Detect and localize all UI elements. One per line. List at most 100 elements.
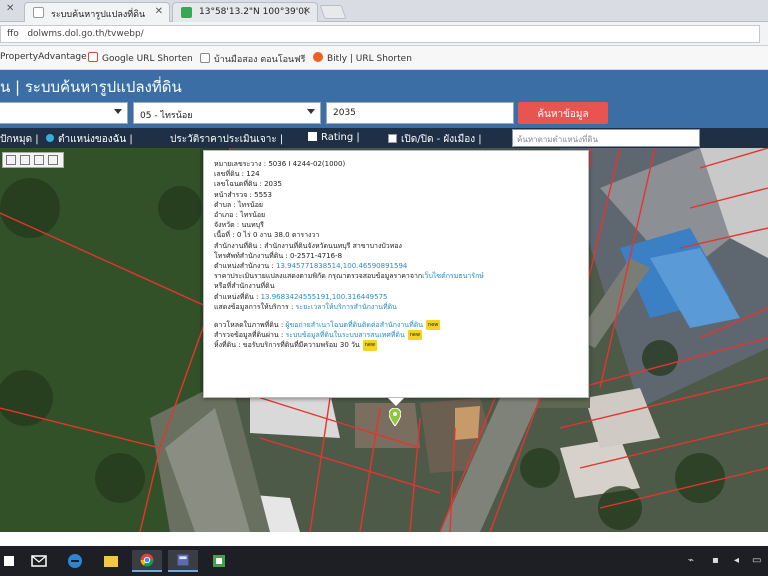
info-label: ตำแหน่งสำนักงาน [214,262,270,271]
mail-icon[interactable] [24,550,54,572]
address-bar: ffo dolwms.dol.go.th/tvwebp/ [0,22,768,46]
price-history-button[interactable]: ประวัติราคาประเมินเจาะ | [170,132,283,147]
extra-link[interactable]: ระบบข้อมูลที่ดินในระบบสารสนเทศที่ดิน [285,331,404,339]
chrome-icon[interactable] [132,550,162,572]
map-tools [2,152,64,168]
province-select[interactable] [0,102,128,124]
bookmarks-bar: PropertyAdvantage Google URL Shorten บ้า… [0,46,768,70]
extra-link[interactable]: ผู้ขอถ่ายสำเนาโฉนดที่ดินติดต่อสำนักงานที… [285,321,423,329]
rating-label: Rating [321,132,354,143]
url-input[interactable]: ffo dolwms.dol.go.th/tvwebp/ [0,25,760,43]
language-icon[interactable]: ▪ [712,555,719,566]
page-icon [200,53,210,63]
bookmark-item[interactable]: PropertyAdvantage [0,52,87,62]
info-row: หิ้งที่ดิน : ขอรับบริการที่ดินที่มีความพ… [214,340,378,351]
info-row: เลขโฉนดที่ดิน : 2035 [214,180,282,189]
chevron-down-icon [114,109,122,114]
tab-label: ระบบค้นหารูปแปลงที่ดิน [51,10,146,20]
info-value: 0 ไร่ 0 งาน 38.0 ตารางวา [236,231,320,240]
notification-icon[interactable]: ▭ [752,555,761,566]
price-history-label: ประวัติราคาประเมินเจาะ [170,134,277,145]
volume-icon[interactable]: ◂ [734,555,739,566]
info-row: ตำแหน่งที่ดิน : 13.9683424555191,100.316… [214,292,388,301]
parcel-location-link[interactable]: 13.9683424555191,100.316449575 [261,293,388,301]
toggle-layer-checkbox[interactable]: เปิด/ปิด - ผังเมือง | [388,132,482,147]
info-row: แสดงข้อมูลการให้บริการ : ระยะเวลาให้บริก… [214,302,397,311]
app-green-icon[interactable] [204,550,234,572]
district-select[interactable]: 05 - ไทรน้อย [133,102,321,124]
bookmark-label: Bitly | URL Shorten [327,54,412,64]
explorer-icon[interactable] [96,550,126,572]
info-label: ตำบล [214,200,232,209]
info-row: อำเภอ : ไทรน้อย [214,211,266,220]
square-icon[interactable] [48,155,58,165]
info-label: แสดงข้อมูลการให้บริการ [214,302,289,311]
close-icon[interactable]: ✕ [155,6,163,17]
office-location-link[interactable]: 13.945771838514,100.46590891594 [276,262,407,270]
new-badge: new [362,340,378,351]
parcel-info-popup: หมายเลขระวาง : 5036 I 4244-02(1000) เลขท… [203,150,589,398]
info-value: 5553 [254,190,272,199]
info-row: ตำบล : ไทรน้อย [214,200,264,209]
bookmark-label: บ้านมือสอง ตอนโอนฟรี [214,55,306,65]
close-icon[interactable]: ✕ [303,6,311,17]
polygon-icon[interactable] [20,155,30,165]
pencil-icon[interactable] [6,155,16,165]
rating-button[interactable]: Rating | [308,132,360,143]
bitly-icon [313,52,323,62]
info-row: สำนักงานที่ดิน : สำนักงานที่ดินจังหวัดนน… [214,241,402,250]
price-note: ราคาประเมินรายแปลงแสดงตามพิกัด กรุณาตรวจ… [214,272,423,281]
treasury-link[interactable]: เว็บไซต์กรมธนารักษ์ [422,272,484,280]
info-row: จังหวัด : นนทบุรี [214,221,264,230]
info-value: สำนักงานที่ดินจังหวัดนนทบุรี สาขาบางบัวท… [264,241,402,250]
info-value: ไทรน้อย [240,211,266,220]
popup-pointer [388,398,404,406]
maps-icon [181,7,192,18]
info-label: จังหวัด [214,221,235,230]
locate-button[interactable]: ปักหมุด | [0,132,39,147]
info-value: 5036 I 4244-02(1000) [268,160,346,168]
info-label: ดาวโหลดใบภาพที่ดิน [214,321,279,330]
tab-maps[interactable]: 13°58'13.2"N 100°39'0( ✕ [172,2,318,22]
info-row: สำรวจข้อมูลที่ดินผ่าน : ระบบข้อมูลที่ดิน… [214,330,423,341]
edge-icon[interactable] [60,550,90,572]
search-button[interactable]: ค้นหาข้อมูล [518,102,608,124]
service-link[interactable]: ระยะเวลาให้บริการสำนักงานที่ดิน [296,303,397,311]
bookmark-item[interactable]: Bitly | URL Shorten [313,52,412,64]
bookmark-item[interactable]: บ้านมือสอง ตอนโอนฟรี [200,52,305,66]
locate-label: ปักหมุด [0,134,33,145]
tab-active[interactable]: ระบบค้นหารูปแปลงที่ดิน ✕ [24,2,170,22]
url-prefix: ffo [7,29,19,39]
close-icon[interactable]: ✕ [6,3,14,14]
location-search-placeholder: ค้นหาตามตำแหน่งที่ดิน [517,135,598,144]
location-search-input[interactable]: ค้นหาตามตำแหน่งที่ดิน [512,129,700,147]
bookmark-item[interactable]: Google URL Shorten [88,52,193,64]
info-label: โทรศัพท์สำนักงานที่ดิน [214,251,284,260]
info-label: ตำแหน่งที่ดิน [214,292,254,301]
parcel-value: 2035 [333,108,356,118]
calculator-icon[interactable] [168,550,198,572]
map-pin-icon[interactable] [389,408,401,426]
url-text: dolwms.dol.go.th/tvwebp/ [27,29,144,39]
my-location-button[interactable]: ตำแหน่งของฉัน | [46,132,133,147]
network-icon[interactable]: ⌁ [688,555,694,566]
info-row: ตำแหน่งสำนักงาน : 13.945771838514,100.46… [214,262,408,271]
tab-label: 13°58'13.2"N 100°39'0( [199,7,308,17]
info-note: ราคาประเมินรายแปลงแสดงตามพิกัด กรุณาตรวจ… [214,271,578,281]
info-label: อำเภอ [214,211,234,220]
toggle-layer-label: เปิด/ปิด - ผังเมือง [401,134,476,145]
parcel-number-input[interactable]: 2035 [326,102,514,124]
info-row: หมายเลขระวาง : 5036 I 4244-02(1000) [214,160,346,168]
info-value: 2035 [264,180,282,189]
info-label: หมายเลขระวาง [214,160,262,168]
info-row: เลขที่ดิน : 124 [214,170,260,179]
gear-icon[interactable] [34,155,44,165]
info-label: สำรวจข้อมูลที่ดินผ่าน [214,331,279,340]
page-title: น | ระบบค้นหารูปแปลงที่ดิน [0,78,182,96]
page-icon [33,7,44,18]
info-label: เลขโฉนดที่ดิน [214,180,258,189]
windows-taskbar: ⌁ ▪ ◂ ▭ [0,546,768,576]
chart-icon [308,132,317,141]
new-tab-button[interactable] [319,5,347,19]
